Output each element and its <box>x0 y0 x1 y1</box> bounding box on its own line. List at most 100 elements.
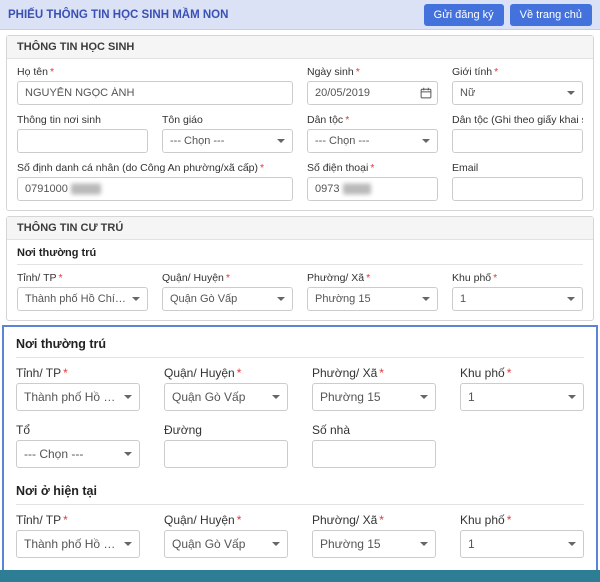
home-button[interactable]: Về trang chủ <box>509 3 592 26</box>
field-duong: Đường <box>164 423 288 468</box>
dan-toc-khai-sinh-input[interactable] <box>452 129 583 153</box>
field-tinh-tp: Tỉnh/ TP* Thành phố Hồ Chí Minh <box>16 366 140 411</box>
so-dinh-danh-wrap <box>17 177 293 201</box>
so-dien-thoai-input[interactable] <box>307 177 438 201</box>
to-select-permanent[interactable]: --- Chọn --- <box>16 440 140 468</box>
duong-input-permanent[interactable] <box>164 440 288 468</box>
permanent-residence-row-2: Tổ --- Chọn --- Đường Số nhà <box>16 423 584 468</box>
chevron-down-icon <box>420 542 428 546</box>
permanent-residence-row-1: Tỉnh/ TP* Thành phố Hồ Chí Minh Quận/ Hu… <box>16 366 584 411</box>
residence-section-title: THÔNG TIN CƯ TRÚ <box>7 217 593 240</box>
field-email: Email <box>452 162 583 201</box>
permanent-residence-title: Nơi thường trú <box>16 337 107 351</box>
dan-toc-khai-sinh-label: Dân tộc (Ghi theo giấy khai sinh) <box>452 114 583 126</box>
student-fields: Họ tên* Ngày sinh* <box>7 59 593 210</box>
divider <box>16 357 584 358</box>
chevron-down-icon <box>272 395 280 399</box>
ton-giao-select[interactable]: --- Chọn --- <box>162 129 293 153</box>
field-so-dien-thoai: Số điện thoại * <box>307 162 438 201</box>
divider <box>17 264 583 265</box>
phuong-xa-select-permanent[interactable]: Phường 15 <box>312 383 436 411</box>
field-tinh-tp: Tỉnh/ TP* Thành phố Hồ Chí Minh <box>17 272 148 311</box>
chevron-down-icon <box>568 542 576 546</box>
dan-toc-select[interactable]: --- Chọn --- <box>307 129 438 153</box>
chevron-down-icon <box>420 395 428 399</box>
page: PHIẾU THÔNG TIN HỌC SINH MẦM NON Gửi đăn… <box>0 0 600 582</box>
field-khu-pho: Khu phố * 1 <box>460 513 584 558</box>
gioi-tinh-select[interactable]: Nữ <box>452 81 583 105</box>
chevron-down-icon <box>132 297 140 301</box>
residence-detail-panel: Nơi thường trú Tỉnh/ TP * Thành phố Hồ Ch… <box>2 325 598 582</box>
field-noi-sinh: Thông tin nơi sinh <box>17 114 148 153</box>
field-so-dinh-danh: Số định danh cá nhân (do Công An phường/… <box>17 162 293 201</box>
so-dien-thoai-wrap <box>307 177 438 201</box>
footer-bar <box>0 570 600 582</box>
ho-ten-label: Họ tên * <box>17 66 55 78</box>
quan-huyen-select-current[interactable]: Quận Gò Vấp <box>164 530 288 558</box>
so-dien-thoai-label: Số điện thoại * <box>307 162 375 174</box>
ngay-sinh-wrap <box>307 81 438 105</box>
so-dinh-danh-label: Số định danh cá nhân (do Công An phường/… <box>17 162 265 174</box>
email-label: Email <box>452 162 479 174</box>
residence-summary-body: Nơi thường trú Tỉnh/ TP * Thành phố Hồ Ch… <box>7 240 593 320</box>
dan-toc-label: Dân tộc * <box>307 114 350 126</box>
phuong-xa-select-summary[interactable]: Phường 15 <box>307 287 438 311</box>
current-residence-row-1: Tỉnh/ TP* Thành phố Hồ Chí Minh Quận/ Hu… <box>16 513 584 558</box>
chevron-down-icon <box>277 297 285 301</box>
khu-pho-select-summary[interactable]: 1 <box>452 287 583 311</box>
field-tinh-tp: Tỉnh/ TP* Thành phố Hồ Chí Minh <box>16 513 140 558</box>
tinh-tp-select-summary[interactable]: Thành phố Hồ Chí Minh <box>17 287 148 311</box>
khu-pho-select-current[interactable]: 1 <box>460 530 584 558</box>
field-so-nha: Số nhà <box>312 423 436 468</box>
chevron-down-icon <box>567 297 575 301</box>
chevron-down-icon <box>277 139 285 143</box>
header-actions: Gửi đăng ký Về trang chủ <box>423 3 592 26</box>
field-khu-pho: Khu phố * 1 <box>452 272 583 311</box>
khu-pho-select-permanent[interactable]: 1 <box>460 383 584 411</box>
gioi-tinh-label: Giới tính * <box>452 66 499 78</box>
ho-ten-input[interactable] <box>17 81 293 105</box>
field-ngay-sinh: Ngày sinh * <box>307 66 438 105</box>
chevron-down-icon <box>124 395 132 399</box>
email-input[interactable] <box>452 177 583 201</box>
chevron-down-icon <box>568 395 576 399</box>
so-nha-input-permanent[interactable] <box>312 440 436 468</box>
field-khu-pho: Khu phố * 1 <box>460 366 584 411</box>
calendar-icon[interactable] <box>420 87 432 99</box>
field-dan-toc-khai-sinh: Dân tộc (Ghi theo giấy khai sinh) <box>452 114 583 153</box>
field-phuong-xa: Phường/ Xã * Phường 15 <box>312 366 436 411</box>
chevron-down-icon <box>272 542 280 546</box>
field-to: Tổ --- Chọn --- <box>16 423 140 468</box>
chevron-down-icon <box>422 139 430 143</box>
field-ton-giao: Tôn giáo --- Chọn --- <box>162 114 293 153</box>
ngay-sinh-input[interactable] <box>307 81 438 105</box>
divider <box>16 504 584 505</box>
chevron-down-icon <box>124 452 132 456</box>
field-phuong-xa: Phường/ Xã * Phường 15 <box>312 513 436 558</box>
field-gioi-tinh: Giới tính * Nữ <box>452 66 583 105</box>
tinh-tp-select-permanent[interactable]: Thành phố Hồ Chí Minh <box>16 383 140 411</box>
field-dan-toc: Dân tộc * --- Chọn --- <box>307 114 438 153</box>
tinh-tp-select-current[interactable]: Thành phố Hồ Chí Minh <box>16 530 140 558</box>
ton-giao-label: Tôn giáo <box>162 114 203 126</box>
ngay-sinh-label: Ngày sinh * <box>307 66 360 78</box>
noi-sinh-label: Thông tin nơi sinh <box>17 114 101 126</box>
student-info-card: THÔNG TIN HỌC SINH Họ tên* Ngày sinh* <box>6 35 594 211</box>
chevron-down-icon <box>567 91 575 95</box>
chevron-down-icon <box>422 297 430 301</box>
field-quan-huyen: Quận/ Huyện * Quận Gò Vấp <box>162 272 293 311</box>
submit-registration-button[interactable]: Gửi đăng ký <box>423 3 504 26</box>
so-dinh-danh-input[interactable] <box>17 177 293 201</box>
field-quan-huyen: Quận/ Huyện * Quận Gò Vấp <box>164 366 288 411</box>
current-residence-title: Nơi ở hiện tại <box>16 484 97 498</box>
noi-sinh-input[interactable] <box>17 129 148 153</box>
page-title: PHIẾU THÔNG TIN HỌC SINH MẦM NON <box>8 8 229 21</box>
page-header: PHIẾU THÔNG TIN HỌC SINH MẦM NON Gửi đăn… <box>0 0 600 30</box>
phuong-xa-select-current[interactable]: Phường 15 <box>312 530 436 558</box>
field-ho-ten: Họ tên * <box>17 66 293 105</box>
residence-info-card: THÔNG TIN CƯ TRÚ Nơi thường trú Tỉnh/ TP… <box>6 216 594 321</box>
permanent-residence-title: Nơi thường trú <box>17 247 97 259</box>
quan-huyen-select-summary[interactable]: Quận Gò Vấp <box>162 287 293 311</box>
quan-huyen-select-permanent[interactable]: Quận Gò Vấp <box>164 383 288 411</box>
student-section-title: THÔNG TIN HỌC SINH <box>7 36 593 59</box>
